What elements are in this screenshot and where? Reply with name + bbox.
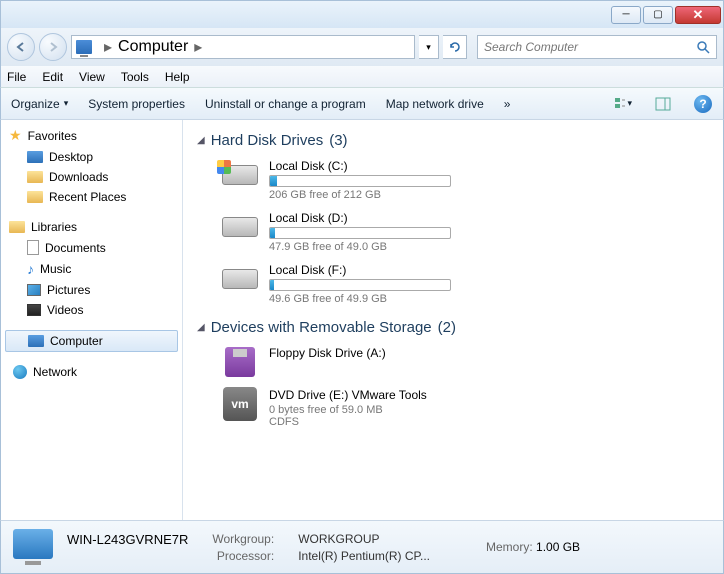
- back-button[interactable]: [7, 33, 35, 61]
- drive-free-text: 47.9 GB free of 49.0 GB: [269, 241, 451, 253]
- drive-free-text: 49.6 GB free of 49.9 GB: [269, 293, 451, 305]
- memory-label: Memory:: [486, 540, 533, 554]
- breadcrumb-separator-icon[interactable]: ▸: [188, 37, 208, 57]
- drive-filesystem: CDFS: [269, 416, 451, 428]
- collapse-icon: ◢: [197, 135, 205, 146]
- menu-edit[interactable]: Edit: [42, 70, 63, 84]
- drive-label: Local Disk (D:): [269, 211, 451, 225]
- navigation-bar: ▸ Computer ▸ ▾ Search Computer: [0, 28, 724, 66]
- pictures-icon: [27, 284, 41, 296]
- drive-d[interactable]: Local Disk (D:) 47.9 GB free of 49.0 GB: [221, 211, 451, 253]
- maximize-button[interactable]: ▢: [643, 6, 673, 24]
- help-icon: ?: [694, 95, 712, 113]
- breadcrumb-location[interactable]: Computer: [118, 38, 188, 56]
- help-button[interactable]: ?: [693, 94, 713, 114]
- drive-label: DVD Drive (E:) VMware Tools: [269, 388, 451, 402]
- dvd-icon: vm: [223, 387, 257, 421]
- processor-value: Intel(R) Pentium(R) CP...: [298, 549, 430, 563]
- sidebar-item-documents[interactable]: Documents: [1, 237, 182, 258]
- details-pane: WIN-L243GVRNE7R Workgroup: WORKGROUP Pro…: [0, 520, 724, 574]
- menu-tools[interactable]: Tools: [121, 70, 149, 84]
- floppy-icon: [225, 347, 255, 377]
- organize-button[interactable]: Organize ▾: [11, 97, 68, 111]
- drive-label: Local Disk (F:): [269, 263, 451, 277]
- command-bar: Organize ▾ System properties Uninstall o…: [0, 88, 724, 120]
- drive-a[interactable]: Floppy Disk Drive (A:): [221, 346, 451, 378]
- refresh-button[interactable]: [443, 35, 467, 59]
- close-button[interactable]: ✕: [675, 6, 721, 24]
- menu-help[interactable]: Help: [165, 70, 190, 84]
- preview-pane-icon: [655, 97, 671, 111]
- section-removable-storage[interactable]: ◢ Devices with Removable Storage (2): [197, 319, 709, 336]
- folder-icon: [27, 171, 43, 183]
- capacity-bar: [269, 279, 451, 291]
- drive-label: Local Disk (C:): [269, 159, 451, 173]
- collapse-icon: ◢: [197, 322, 205, 333]
- arrow-right-icon: [47, 41, 59, 53]
- content-pane: ◢ Hard Disk Drives (3) Local Disk (C:) 2…: [183, 120, 723, 520]
- sidebar-item-videos[interactable]: Videos: [1, 300, 182, 320]
- search-placeholder: Search Computer: [484, 40, 578, 54]
- drive-e[interactable]: vm DVD Drive (E:) VMware Tools 0 bytes f…: [221, 388, 451, 428]
- recent-icon: [27, 191, 43, 203]
- capacity-bar: [269, 227, 451, 239]
- refresh-icon: [448, 40, 462, 54]
- drive-f[interactable]: Local Disk (F:) 49.6 GB free of 49.9 GB: [221, 263, 451, 305]
- window-titlebar: ─ ▢ ✕: [0, 0, 724, 28]
- sidebar-item-downloads[interactable]: Downloads: [1, 167, 182, 187]
- computer-large-icon: [13, 529, 55, 565]
- view-icon: [614, 97, 625, 111]
- drive-label: Floppy Disk Drive (A:): [269, 346, 451, 360]
- computer-icon: [76, 40, 92, 54]
- search-icon: [696, 40, 710, 54]
- sidebar-item-network[interactable]: Network: [1, 362, 182, 382]
- desktop-icon: [27, 151, 43, 163]
- videos-icon: [27, 304, 41, 316]
- menu-bar: File Edit View Tools Help: [0, 66, 724, 88]
- navigation-pane: ★Favorites Desktop Downloads Recent Plac…: [1, 120, 183, 520]
- menu-view[interactable]: View: [79, 70, 105, 84]
- forward-button[interactable]: [39, 33, 67, 61]
- sidebar-item-computer[interactable]: Computer: [5, 330, 178, 352]
- sidebar-item-recent[interactable]: Recent Places: [1, 187, 182, 207]
- drive-free-text: 206 GB free of 212 GB: [269, 189, 451, 201]
- uninstall-program-button[interactable]: Uninstall or change a program: [205, 97, 366, 111]
- computer-name: WIN-L243GVRNE7R: [67, 532, 188, 547]
- star-icon: ★: [9, 127, 22, 144]
- drive-free-text: 0 bytes free of 59.0 MB: [269, 404, 451, 416]
- hdd-icon: [222, 217, 258, 237]
- workgroup-label: Workgroup:: [212, 532, 274, 546]
- map-network-drive-button[interactable]: Map network drive: [386, 97, 484, 111]
- breadcrumb-separator-icon: ▸: [98, 37, 118, 57]
- sidebar-item-desktop[interactable]: Desktop: [1, 147, 182, 167]
- drive-c[interactable]: Local Disk (C:) 206 GB free of 212 GB: [221, 159, 451, 201]
- hdd-icon: [222, 269, 258, 289]
- system-properties-button[interactable]: System properties: [88, 97, 185, 111]
- arrow-left-icon: [15, 41, 27, 53]
- menu-file[interactable]: File: [7, 70, 26, 84]
- document-icon: [27, 240, 39, 255]
- main-area: ★Favorites Desktop Downloads Recent Plac…: [0, 120, 724, 520]
- processor-label: Processor:: [212, 549, 274, 563]
- sidebar-item-pictures[interactable]: Pictures: [1, 280, 182, 300]
- libraries-icon: [9, 221, 25, 233]
- computer-icon: [28, 335, 44, 347]
- minimize-button[interactable]: ─: [611, 6, 641, 24]
- music-icon: ♪: [27, 261, 34, 277]
- sidebar-libraries[interactable]: Libraries: [1, 217, 182, 237]
- network-icon: [13, 365, 27, 379]
- search-input[interactable]: Search Computer: [477, 35, 717, 59]
- preview-pane-button[interactable]: [653, 94, 673, 114]
- hdd-icon: [222, 165, 258, 185]
- sidebar-item-music[interactable]: ♪Music: [1, 258, 182, 280]
- overflow-button[interactable]: »: [504, 97, 511, 111]
- workgroup-value: WORKGROUP: [298, 532, 430, 546]
- view-options-button[interactable]: ▾: [613, 94, 633, 114]
- memory-value: 1.00 GB: [536, 540, 580, 554]
- section-hard-disk-drives[interactable]: ◢ Hard Disk Drives (3): [197, 132, 709, 149]
- capacity-bar: [269, 175, 451, 187]
- address-bar[interactable]: ▸ Computer ▸: [71, 35, 415, 59]
- address-dropdown[interactable]: ▾: [419, 35, 439, 59]
- sidebar-favorites[interactable]: ★Favorites: [1, 124, 182, 147]
